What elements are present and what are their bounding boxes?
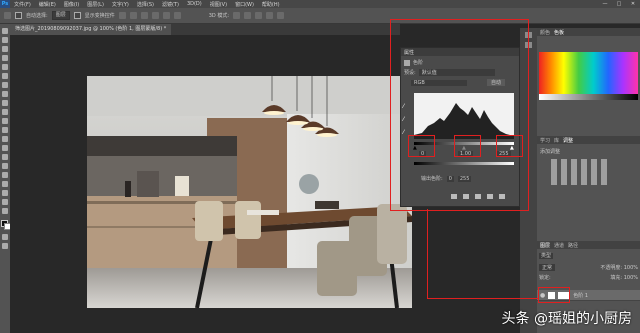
quick-select-tool-icon[interactable]: [2, 55, 8, 61]
menu-select[interactable]: 选择(S): [133, 1, 158, 8]
hand-tool-icon[interactable]: [2, 190, 8, 196]
menu-3d[interactable]: 3D(D): [183, 1, 206, 7]
swatches-grid[interactable]: [539, 52, 638, 94]
align-top-icon[interactable]: [151, 12, 159, 19]
annotation-box-properties: [390, 19, 529, 211]
annotation-box-layer-mask: [538, 287, 570, 303]
auto-select-label: 自动选择:: [26, 13, 48, 19]
path-select-tool-icon[interactable]: [2, 172, 8, 178]
options-bar: 自动选择: 图层 显示变换控件 3D 模式:: [0, 8, 640, 24]
show-transform-checkbox[interactable]: [73, 12, 81, 19]
tab-swatches[interactable]: 色板: [554, 29, 564, 36]
swatches-grey-row[interactable]: [539, 94, 638, 100]
layer-name: 色阶 1: [573, 292, 589, 299]
adjust-panel-tabs: 学习 库 调整: [537, 136, 640, 144]
screen-mode-icon[interactable]: [2, 243, 8, 249]
menu-window[interactable]: 窗口(W): [231, 1, 258, 8]
3d-mode-label: 3D 模式:: [208, 13, 230, 19]
menu-file[interactable]: 文件(F): [10, 1, 35, 8]
move-tool-icon[interactable]: [4, 12, 11, 19]
brush-tool-icon[interactable]: [2, 91, 8, 97]
menu-type[interactable]: 文字(Y): [108, 1, 133, 8]
menu-edit[interactable]: 编辑(E): [35, 1, 60, 8]
align-bottom-icon[interactable]: [173, 12, 181, 19]
tab-adjustments[interactable]: 调整: [563, 137, 573, 144]
crop-tool-icon[interactable]: [2, 64, 8, 70]
add-adjustment-label: 添加调整: [540, 149, 561, 155]
tab-color[interactable]: 颜色: [540, 29, 550, 36]
shape-tool-icon[interactable]: [2, 181, 8, 187]
lasso-tool-icon[interactable]: [2, 46, 8, 52]
type-tool-icon[interactable]: [2, 163, 8, 169]
align-center-icon[interactable]: [129, 12, 137, 19]
tab-channels[interactable]: 通道: [554, 242, 564, 249]
menu-image[interactable]: 图像(I): [60, 1, 83, 8]
more-tools-icon[interactable]: [2, 208, 8, 214]
3d-rotate-icon[interactable]: [233, 12, 241, 19]
align-middle-icon[interactable]: [162, 12, 170, 19]
annotation-box-midtone: [454, 135, 481, 157]
3d-slide-icon[interactable]: [266, 12, 274, 19]
annotation-connector-vertical: [427, 209, 428, 299]
close-button[interactable]: ✕: [626, 0, 640, 8]
auto-select-dropdown[interactable]: 图层: [51, 11, 70, 20]
history-brush-tool-icon[interactable]: [2, 109, 8, 115]
lock-label: 锁定:: [539, 275, 551, 281]
opacity-value[interactable]: 100%: [624, 265, 638, 271]
eraser-tool-icon[interactable]: [2, 118, 8, 124]
marquee-tool-icon[interactable]: [2, 37, 8, 43]
maximize-button[interactable]: □: [612, 0, 626, 8]
show-transform-label: 显示变换控件: [84, 13, 115, 19]
3d-roll-icon[interactable]: [244, 12, 252, 19]
auto-select-checkbox[interactable]: [15, 12, 22, 19]
3d-scale-icon[interactable]: [277, 12, 285, 19]
eyedropper-tool-icon[interactable]: [2, 73, 8, 79]
fill-label: 填充:: [610, 275, 623, 281]
adjustment-icons-grid[interactable]: [551, 159, 611, 185]
layers-panel-tabs: 图层 通道 路径: [537, 241, 640, 249]
quick-mask-icon[interactable]: [2, 234, 8, 240]
menu-filter[interactable]: 滤镜(T): [158, 1, 183, 8]
dodge-tool-icon[interactable]: [2, 145, 8, 151]
tab-learn[interactable]: 学习: [540, 137, 550, 144]
layer-filter-dropdown[interactable]: 类型: [539, 253, 554, 259]
blur-tool-icon[interactable]: [2, 136, 8, 142]
clone-stamp-tool-icon[interactable]: [2, 100, 8, 106]
zoom-tool-icon[interactable]: [2, 199, 8, 205]
annotation-connector-horizontal: [427, 298, 539, 299]
3d-pan-icon[interactable]: [255, 12, 263, 19]
menu-help[interactable]: 帮助(H): [258, 1, 284, 8]
tab-layers[interactable]: 图层: [540, 242, 550, 249]
watermark-text: 头条 @瑶姐的小厨房: [501, 311, 632, 327]
healing-brush-tool-icon[interactable]: [2, 82, 8, 88]
opacity-label: 不透明度:: [600, 265, 623, 271]
align-left-icon[interactable]: [118, 12, 126, 19]
move-tool-icon[interactable]: [2, 28, 8, 34]
menu-bar: Ps 文件(F) 编辑(E) 图像(I) 图层(L) 文字(Y) 选择(S) 滤…: [0, 0, 640, 8]
minimize-button[interactable]: —: [598, 0, 612, 8]
blend-row: 正常 不透明度: 100%: [539, 264, 638, 271]
align-right-icon[interactable]: [140, 12, 148, 19]
document-tab[interactable]: 筛选图片_20190809092037.jpg @ 100% (色阶 1, 图层…: [10, 24, 172, 35]
layer-filter-row: 类型: [539, 252, 629, 259]
gradient-tool-icon[interactable]: [2, 127, 8, 133]
app-logo: Ps: [0, 0, 10, 8]
dining-room-photo: [87, 76, 412, 308]
color-panel-tabs: 颜色 色板: [537, 28, 640, 36]
lock-row: 锁定: 填充: 100%: [539, 274, 638, 281]
annotation-box-shadow: [408, 135, 435, 157]
tab-paths[interactable]: 路径: [568, 242, 578, 249]
fill-value[interactable]: 100%: [624, 275, 638, 281]
menu-layer[interactable]: 图层(L): [83, 1, 108, 8]
menu-view[interactable]: 视图(V): [206, 1, 231, 8]
pen-tool-icon[interactable]: [2, 154, 8, 160]
annotation-box-highlight: [496, 135, 523, 157]
tab-libraries[interactable]: 库: [554, 137, 559, 144]
blend-mode-dropdown[interactable]: 正常: [539, 264, 556, 271]
